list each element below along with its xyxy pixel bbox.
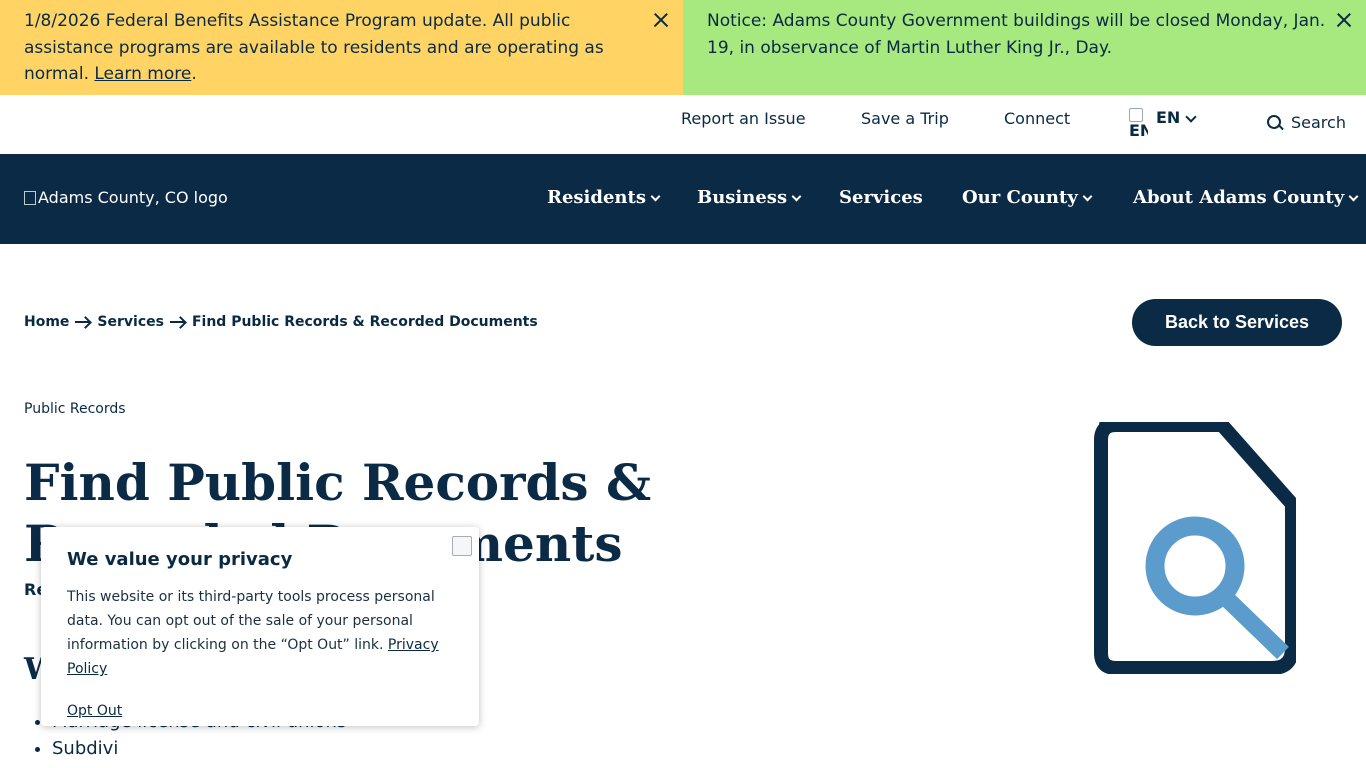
benefits-alert: 1/8/2026 Federal Benefits Assistance Pro…	[0, 0, 683, 95]
nav-about-label: About Adams County	[1133, 187, 1345, 208]
chevron-down-icon	[650, 191, 661, 202]
language-flag-alt: EN	[1129, 121, 1148, 139]
list-item: Subdivi	[52, 735, 346, 762]
language-selector[interactable]: EN EN	[1128, 107, 1197, 141]
privacy-text: This website or its third-party tools pr…	[67, 589, 435, 653]
privacy-body: This website or its third-party tools pr…	[67, 585, 453, 681]
connect-link[interactable]: Connect	[1004, 108, 1070, 130]
language-flag-icon: EN	[1128, 107, 1148, 139]
closure-alert: Notice: Adams County Government building…	[683, 0, 1366, 95]
chevron-down-icon	[1185, 111, 1197, 123]
learn-more-link[interactable]: Learn more	[94, 64, 191, 84]
logo-alt-text: Adams County, CO logo	[38, 188, 228, 207]
privacy-title: We value your privacy	[67, 549, 293, 570]
nav-services-label: Services	[839, 187, 923, 208]
search-icon	[1266, 114, 1284, 132]
logo-image-icon	[24, 190, 36, 205]
arrow-right-icon	[169, 317, 186, 327]
arrow-right-icon	[75, 317, 91, 327]
page-category: Public Records	[24, 401, 126, 417]
alert-bar: 1/8/2026 Federal Benefits Assistance Pro…	[0, 0, 1366, 95]
privacy-dialog: We value your privacy This website or it…	[41, 527, 479, 726]
breadcrumb: Home Services Find Public Records & Reco…	[24, 314, 538, 330]
report-issue-link[interactable]: Report an Issue	[681, 108, 806, 130]
nav-residents-label: Residents	[547, 187, 646, 208]
chevron-down-icon	[1348, 191, 1359, 202]
nav-residents[interactable]: Residents	[547, 187, 661, 209]
back-to-services-button[interactable]: Back to Services	[1132, 299, 1342, 346]
opt-out-link[interactable]: Opt Out	[67, 703, 122, 719]
main-navigation: Adams County, CO logo Residents Business…	[0, 154, 1366, 244]
nav-our-county[interactable]: Our County	[962, 187, 1093, 209]
chevron-down-icon	[791, 191, 802, 202]
breadcrumb-services[interactable]: Services	[97, 314, 164, 330]
document-search-icon	[1094, 422, 1296, 674]
nav-business-label: Business	[697, 187, 788, 208]
language-code: EN	[1156, 108, 1181, 127]
nav-services[interactable]: Services	[839, 187, 923, 209]
closure-alert-text: Notice: Adams County Government building…	[707, 11, 1326, 58]
close-icon[interactable]	[1334, 10, 1354, 30]
search-button[interactable]: Search	[1266, 113, 1346, 132]
utility-bar: Report an Issue Save a Trip Connect EN E…	[0, 95, 1366, 154]
site-logo[interactable]: Adams County, CO logo	[24, 188, 228, 207]
close-icon[interactable]	[452, 536, 472, 556]
nav-business[interactable]: Business	[697, 187, 802, 209]
breadcrumb-current: Find Public Records & Recorded Documents	[191, 314, 538, 330]
benefits-alert-period: .	[191, 64, 197, 84]
breadcrumb-home[interactable]: Home	[24, 314, 69, 330]
chevron-down-icon	[1082, 191, 1093, 202]
search-label: Search	[1291, 113, 1346, 132]
nav-about[interactable]: About Adams County	[1133, 187, 1359, 209]
nav-our-county-label: Our County	[962, 187, 1078, 208]
close-icon[interactable]	[651, 10, 671, 30]
save-trip-link[interactable]: Save a Trip	[861, 108, 949, 130]
